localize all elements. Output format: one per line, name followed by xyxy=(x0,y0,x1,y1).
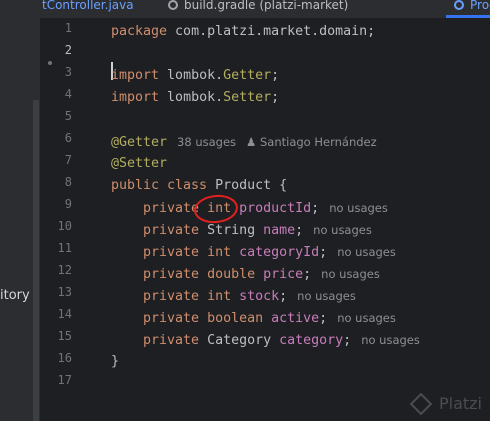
code-line: import lombok.Getter; xyxy=(111,65,279,87)
usages-hint[interactable]: no usages xyxy=(329,201,388,215)
annotation: @Getter xyxy=(111,135,168,150)
author-hint[interactable]: ♟ Santiago Hernández xyxy=(246,135,377,149)
field-type: String xyxy=(207,223,256,238)
editor-tab-bar: tController.java build.gradle (platzi-ma… xyxy=(40,0,490,19)
code-line: package com.platzi.market.domain; xyxy=(111,21,375,43)
watermark-label: Platzi xyxy=(438,394,482,413)
keyword: private xyxy=(143,289,200,304)
person-icon: ♟ xyxy=(246,135,260,149)
field-line: private Category category; no usages xyxy=(143,333,420,348)
line-number: 12 xyxy=(57,263,72,277)
field-line: private int stock; no usages xyxy=(143,289,356,304)
code-line: import lombok.Setter; xyxy=(111,87,279,109)
field-name: productId xyxy=(239,201,312,216)
code-line: @Getter 38 usages ♟ Santiago Hernández xyxy=(111,131,377,153)
tab-label: build.gradle (platzi-market) xyxy=(184,0,349,12)
field-type: int xyxy=(207,289,232,304)
code-line: @Setter xyxy=(111,153,167,175)
usages-hint[interactable]: no usages xyxy=(337,311,396,325)
line-number: 11 xyxy=(57,241,72,255)
field-line: private int categoryId; no usages xyxy=(143,245,396,260)
keyword: private xyxy=(143,267,200,282)
class-ref: Getter xyxy=(223,68,272,83)
field-line: private double price; no usages xyxy=(143,267,380,282)
keyword: package xyxy=(111,24,168,39)
tab-label: tController.java xyxy=(42,0,134,12)
code-text: com.platzi.market.domain; xyxy=(167,24,376,39)
line-number: 15 xyxy=(57,329,72,343)
class-ref: Setter xyxy=(223,90,272,105)
gradle-icon xyxy=(168,0,178,10)
line-number: 5 xyxy=(64,109,72,123)
usages-hint[interactable]: no usages xyxy=(297,289,356,303)
project-tree-item[interactable]: itory xyxy=(0,288,30,303)
platzi-logo-icon xyxy=(409,392,433,415)
line-number: 2 xyxy=(64,43,72,57)
tab-product[interactable]: Product. xyxy=(454,0,490,16)
code-text: ; xyxy=(271,68,280,83)
code-text: lombok. xyxy=(159,90,224,105)
keyword: private xyxy=(143,245,200,260)
field-name: price xyxy=(263,267,304,282)
line-number: 6 xyxy=(64,131,72,145)
keyword: import xyxy=(111,90,160,105)
keyword: private xyxy=(143,223,200,238)
code-text: ; xyxy=(271,90,280,105)
line-number: 4 xyxy=(64,87,72,101)
code-line: } xyxy=(111,351,119,373)
line-number: 9 xyxy=(64,197,72,211)
line-number: 10 xyxy=(57,219,72,233)
line-number: 8 xyxy=(64,175,72,189)
field-name: categoryId xyxy=(239,245,320,260)
line-number: 1 xyxy=(64,21,72,35)
class-icon xyxy=(454,0,464,10)
line-number: 13 xyxy=(57,285,72,299)
code-text: Product { xyxy=(207,178,288,193)
line-number: 17 xyxy=(57,373,72,387)
field-type: int xyxy=(207,245,232,260)
usages-hint[interactable]: no usages xyxy=(313,223,372,237)
usages-hint[interactable]: 38 usages xyxy=(177,135,236,149)
project-panel xyxy=(0,0,41,421)
keyword: private xyxy=(143,333,200,348)
code-text: } xyxy=(111,354,120,369)
tab-build-gradle[interactable]: build.gradle (platzi-market) xyxy=(168,0,348,16)
usages-hint[interactable]: no usages xyxy=(337,245,396,259)
keyword: private xyxy=(143,201,200,216)
line-gutter: 1 2 3 4 5 6 7 8 9 10 11 12 13 14 15 16 1… xyxy=(40,18,108,421)
usages-hint[interactable]: no usages xyxy=(361,333,420,347)
keyword: import xyxy=(111,68,160,83)
field-name: name xyxy=(263,223,296,238)
line-number: 3 xyxy=(64,65,72,79)
author-name: Santiago Hernández xyxy=(260,135,377,149)
code-line: public class Product { xyxy=(111,175,287,197)
line-number: 14 xyxy=(57,307,72,321)
keyword: public class xyxy=(111,178,208,193)
annotation: @Setter xyxy=(111,156,168,171)
field-name: active xyxy=(271,311,320,326)
field-line: private int productId; no usages xyxy=(143,201,388,216)
field-line: private String name; no usages xyxy=(143,223,372,238)
field-name: category xyxy=(279,333,344,348)
project-panel-scrollbar[interactable] xyxy=(33,100,39,421)
field-type: boolean xyxy=(207,311,264,326)
field-type: double xyxy=(207,267,256,282)
field-line: private boolean active; no usages xyxy=(143,311,396,326)
usages-hint[interactable]: no usages xyxy=(321,267,380,281)
code-text: lombok. xyxy=(159,68,224,83)
tab-controller[interactable]: tController.java xyxy=(42,0,134,16)
platzi-watermark: Platzi xyxy=(409,392,482,415)
line-number: 7 xyxy=(64,153,72,167)
line-number: 16 xyxy=(57,351,72,365)
field-name: stock xyxy=(239,289,280,304)
code-editor[interactable]: package com.platzi.market.domain; import… xyxy=(111,18,490,421)
tab-label: Product. xyxy=(470,0,490,12)
keyword: private xyxy=(143,311,200,326)
field-type: Category xyxy=(207,333,272,348)
